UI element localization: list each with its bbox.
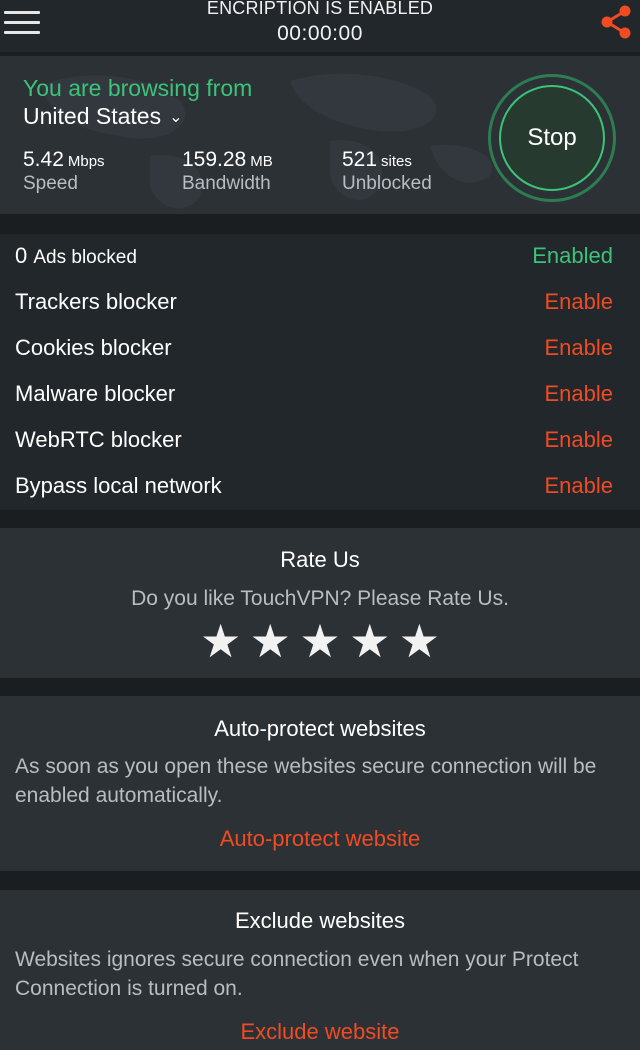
exclude-websites-title: Exclude websites (235, 908, 405, 933)
auto-protect-website-link[interactable]: Auto-protect website (0, 826, 640, 852)
blocker-row-bypass-local[interactable]: Bypass local network Enable (0, 464, 640, 510)
bandwidth-label: Bandwidth (182, 173, 271, 194)
blocker-name: WebRTC blocker (15, 427, 182, 452)
speed-value: 5.42 (23, 148, 64, 171)
stop-button-inner: Stop (499, 85, 605, 191)
blocker-row-ads[interactable]: 0 Ads blocked Enabled (0, 234, 640, 280)
chevron-down-icon: ⌄ (169, 109, 183, 126)
blocker-row-webrtc[interactable]: WebRTC blocker Enable (0, 418, 640, 464)
encryption-status-title: ENCRIPTION IS ENABLED (206, 0, 434, 18)
sites-value: 521 (342, 148, 378, 171)
blockers-list: 0 Ads blocked Enabled Trackers blocker E… (0, 234, 640, 510)
star-icon[interactable]: ★ (250, 616, 291, 666)
blocker-row-cookies[interactable]: Cookies blocker Enable (0, 326, 640, 372)
top-bar: ENCRIPTION IS ENABLED 00:00:00 (0, 0, 640, 52)
blocker-name: Bypass local network (15, 473, 222, 498)
blocker-enable-link[interactable]: Enable (544, 427, 613, 453)
auto-protect-text: As soon as you open these websites secur… (15, 755, 597, 807)
speed-stat: 5.42 Mbps Speed (23, 148, 105, 195)
blocker-row-malware[interactable]: Malware blocker Enable (0, 372, 640, 418)
sites-stat: 521 sites Unblocked (342, 148, 432, 195)
blocker-enable-link[interactable]: Enable (544, 289, 613, 315)
blocker-state: Enabled (532, 243, 613, 268)
blocker-name: Trackers blocker (15, 289, 177, 314)
country-name: United States (23, 103, 162, 129)
star-icon[interactable]: ★ (349, 616, 390, 666)
speed-label: Speed (23, 173, 78, 194)
rate-us-text: Do you like TouchVPN? Please Rate Us. (131, 587, 509, 610)
stop-button[interactable]: Stop (488, 74, 616, 202)
blocker-row-trackers[interactable]: Trackers blocker Enable (0, 280, 640, 326)
ads-blocked-count: 0 (15, 243, 28, 268)
bandwidth-stat: 159.28 MB Bandwidth (182, 148, 273, 195)
blocker-name: Ads blocked (33, 247, 137, 268)
star-icon[interactable]: ★ (399, 616, 440, 666)
rate-us-title: Rate Us (280, 547, 360, 572)
exclude-websites-text: Websites ignores secure connection even … (15, 948, 579, 1000)
connection-timer: 00:00:00 (277, 22, 363, 45)
blocker-enable-link[interactable]: Enable (544, 335, 613, 361)
browsing-from-label: You are browsing from (23, 75, 253, 101)
sites-unit: sites (381, 153, 412, 170)
bandwidth-unit: MB (250, 153, 273, 170)
blocker-name: Malware blocker (15, 381, 176, 406)
share-icon[interactable] (596, 4, 636, 40)
auto-protect-title: Auto-protect websites (214, 716, 426, 741)
country-selector[interactable]: United States ⌄ (23, 103, 183, 130)
blocker-name: Cookies blocker (15, 335, 172, 360)
star-icon[interactable]: ★ (200, 616, 241, 666)
connection-panel: You are browsing from United States ⌄ 5.4… (0, 56, 640, 214)
rating-stars: ★ ★ ★ ★ ★ (0, 616, 640, 666)
blocker-enable-link[interactable]: Enable (544, 381, 613, 407)
star-icon[interactable]: ★ (299, 616, 340, 666)
blocker-enable-link[interactable]: Enable (544, 473, 613, 499)
exclude-website-link[interactable]: Exclude website (0, 1019, 640, 1045)
speed-unit: Mbps (67, 153, 105, 170)
stop-label: Stop (527, 124, 577, 151)
sites-label: Unblocked (342, 173, 432, 194)
bandwidth-value: 159.28 (182, 148, 247, 171)
